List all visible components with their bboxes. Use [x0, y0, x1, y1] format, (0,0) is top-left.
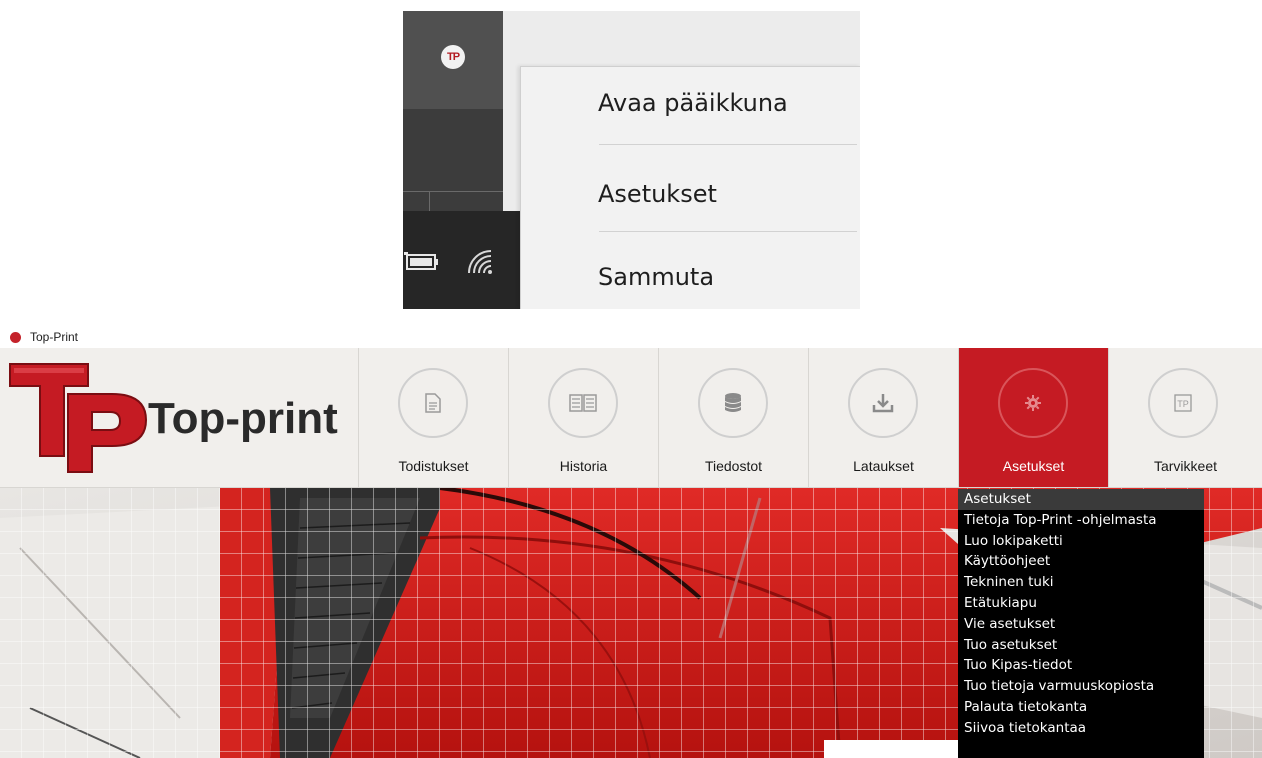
- document-icon: [398, 368, 468, 438]
- nav-lataukset[interactable]: Lataukset: [808, 348, 958, 487]
- tp-tray-icon[interactable]: TP: [441, 45, 465, 69]
- tp-tray-icon-text: TP: [446, 51, 460, 63]
- menu-separator: [599, 144, 857, 145]
- nav-asetukset[interactable]: Asetukset: [958, 348, 1108, 487]
- top-print-window: Top-Print Top-print Todistukset Historia…: [0, 326, 1262, 758]
- dropdown-item-tech-support[interactable]: Tekninen tuki: [958, 572, 1204, 593]
- top-print-logo: Top-print: [0, 348, 358, 487]
- nav-label: Todistukset: [398, 458, 469, 474]
- gear-icon: [998, 368, 1068, 438]
- nav-historia[interactable]: Historia: [508, 348, 658, 487]
- dropdown-item-clean-database[interactable]: Siivoa tietokantaa: [958, 718, 1204, 739]
- white-patch: [824, 740, 958, 758]
- menu-separator: [599, 231, 857, 232]
- tray-context-menu: Avaa pääikkuna Asetukset Sammuta: [520, 66, 860, 309]
- window-title: Top-Print: [30, 330, 79, 344]
- dropdown-item-asetukset[interactable]: Asetukset: [958, 489, 1204, 510]
- battery-icon[interactable]: [403, 251, 439, 271]
- dropdown-item-remote-support[interactable]: Etätukiapu: [958, 593, 1204, 614]
- menu-item-label: Avaa pääikkuna: [598, 89, 788, 117]
- toolbar: Top-print Todistukset Historia Tiedostot: [0, 348, 1262, 488]
- dropdown-item-import-backup[interactable]: Tuo tietoja varmuuskopiosta: [958, 676, 1204, 697]
- dropdown-item-user-guide[interactable]: Käyttöohjeet: [958, 551, 1204, 572]
- logo-text: Top-print: [148, 394, 338, 443]
- settings-dropdown-menu: Asetukset Tietoja Top-Print -ohjelmasta …: [958, 489, 1204, 758]
- download-icon: [848, 368, 918, 438]
- tray-context-panel: TP Avaa pääikkuna Asetukset Sammuta: [403, 11, 860, 309]
- title-bar: Top-Print: [0, 326, 1262, 348]
- database-icon: [698, 368, 768, 438]
- app-icon: [10, 332, 21, 343]
- nav-tarvikkeet[interactable]: TP Tarvikkeet: [1108, 348, 1262, 487]
- dropdown-item-export-settings[interactable]: Vie asetukset: [958, 614, 1204, 635]
- menu-item-label: Sammuta: [598, 263, 715, 291]
- menu-item-label: Asetukset: [598, 180, 717, 208]
- tp-logo-mark: [9, 363, 148, 473]
- menu-item-settings[interactable]: Asetukset: [521, 166, 860, 226]
- nav-label: Tiedostot: [704, 458, 763, 474]
- nav-tiedostot[interactable]: Tiedostot: [658, 348, 808, 487]
- menu-item-open-main-window[interactable]: Avaa pääikkuna: [521, 75, 860, 135]
- nav-label: Asetukset: [1002, 458, 1065, 474]
- dropdown-item-import-kipas[interactable]: Tuo Kipas-tiedot: [958, 655, 1204, 676]
- dropdown-item-about[interactable]: Tietoja Top-Print -ohjelmasta: [958, 510, 1204, 531]
- menu-item-shutdown[interactable]: Sammuta: [521, 249, 860, 309]
- tp-icon-text: TP: [1177, 399, 1189, 409]
- tp-icon: TP: [1148, 368, 1218, 438]
- nav-label: Lataukset: [853, 458, 914, 474]
- book-icon: [548, 368, 618, 438]
- wifi-icon[interactable]: [465, 247, 495, 275]
- dropdown-item-create-log-package[interactable]: Luo lokipaketti: [958, 531, 1204, 552]
- nav-label: Tarvikkeet: [1153, 458, 1218, 474]
- dropdown-item-import-settings[interactable]: Tuo asetukset: [958, 635, 1204, 656]
- nav-label: Historia: [559, 458, 608, 474]
- taskbar-area: [403, 109, 503, 211]
- dropdown-item-restore-database[interactable]: Palauta tietokanta: [958, 697, 1204, 718]
- nav-todistukset[interactable]: Todistukset: [358, 348, 508, 487]
